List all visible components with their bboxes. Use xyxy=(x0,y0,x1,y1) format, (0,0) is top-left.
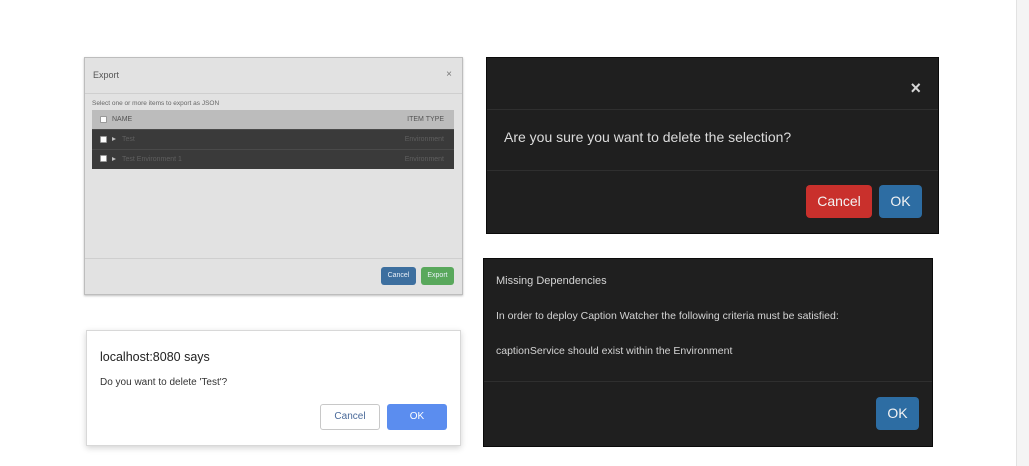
browser-confirm-dialog: localhost:8080 says Do you want to delet… xyxy=(86,330,461,446)
page-edge-strip xyxy=(1016,0,1029,466)
delete-dialog-header: × xyxy=(487,58,938,110)
deps-dialog-title: Missing Dependencies xyxy=(496,275,607,287)
expand-arrow-icon[interactable] xyxy=(112,136,116,141)
export-dialog-header: Export × xyxy=(85,58,462,94)
row-name: Test Environment 1 xyxy=(122,155,182,163)
table-row[interactable]: Test Environment 1 Environment xyxy=(92,149,454,169)
ok-button[interactable]: OK xyxy=(879,185,922,218)
row-select-cell xyxy=(92,149,112,169)
deps-dialog-criteria-text: In order to deploy Caption Watcher the f… xyxy=(496,310,839,322)
export-items-table: NAME ITEM TYPE Test Environment Test Env… xyxy=(92,110,454,169)
close-icon[interactable]: × xyxy=(446,69,452,80)
deps-dialog-footer: OK xyxy=(484,381,932,448)
row-type: Environment xyxy=(404,135,444,143)
header-select-cell xyxy=(92,110,112,130)
export-dialog-footer: Cancel Export xyxy=(85,258,462,294)
ok-button[interactable]: OK xyxy=(387,404,447,430)
export-dialog-title: Export xyxy=(93,70,120,80)
ok-button[interactable]: OK xyxy=(876,397,919,430)
row-checkbox[interactable] xyxy=(100,135,107,143)
row-select-cell xyxy=(92,130,112,150)
row-name-cell: Test xyxy=(112,130,313,150)
close-icon[interactable]: × xyxy=(910,78,921,99)
cancel-button[interactable]: Cancel xyxy=(320,404,380,430)
export-hint: Select one or more items to export as JS… xyxy=(92,100,220,107)
row-name-cell: Test Environment 1 xyxy=(112,149,313,169)
cancel-button[interactable]: Cancel xyxy=(806,185,872,218)
table-header-row: NAME ITEM TYPE xyxy=(92,110,454,130)
column-header-name: NAME xyxy=(112,116,133,123)
deps-dialog-requirement-text: captionService should exist within the E… xyxy=(496,345,733,357)
screenshot-collage: Export × Select one or more items to exp… xyxy=(0,0,1029,466)
column-header-item-type: ITEM TYPE xyxy=(407,116,444,123)
export-dialog: Export × Select one or more items to exp… xyxy=(84,57,463,295)
confirm-dialog-message: Do you want to delete 'Test'? xyxy=(100,377,228,388)
table-row[interactable]: Test Environment xyxy=(92,129,454,150)
delete-dialog-message: Are you sure you want to delete the sele… xyxy=(504,129,792,145)
confirm-dialog-title: localhost:8080 says xyxy=(100,350,210,364)
missing-dependencies-dialog: Missing Dependencies In order to deploy … xyxy=(483,258,933,447)
expand-arrow-icon[interactable] xyxy=(112,156,116,161)
export-button[interactable]: Export xyxy=(421,267,454,285)
delete-confirmation-dialog: × Are you sure you want to delete the se… xyxy=(486,57,939,234)
delete-dialog-footer: Cancel OK xyxy=(487,170,938,235)
row-name: Test xyxy=(122,135,135,143)
select-all-checkbox[interactable] xyxy=(100,115,107,123)
row-type: Environment xyxy=(404,155,444,163)
cancel-button[interactable]: Cancel xyxy=(381,267,416,285)
row-checkbox[interactable] xyxy=(100,155,107,163)
